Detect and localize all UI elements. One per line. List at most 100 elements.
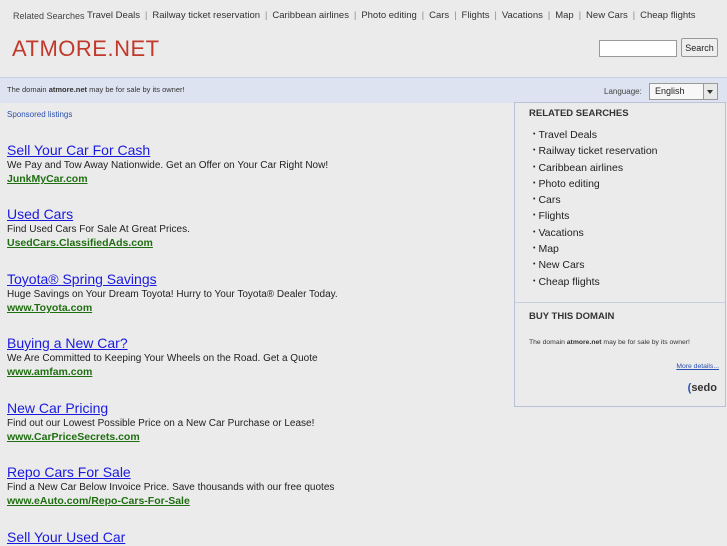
top-link-flights[interactable]: Flights — [462, 10, 490, 21]
top-link-railway-ticket-reservation[interactable]: Railway ticket reservation — [152, 10, 260, 21]
top-link-new-cars[interactable]: New Cars — [586, 10, 628, 21]
ad-description: Find out our Lowest Possible Price on a … — [7, 418, 315, 429]
related-searches-label: Related Searches — [13, 11, 85, 21]
related-link-cheap-flights[interactable]: Cheap flights — [538, 276, 599, 288]
related-link-new-cars[interactable]: New Cars — [538, 259, 584, 271]
top-link-cars[interactable]: Cars — [429, 10, 449, 21]
list-item: • Caribbean airlines — [533, 160, 658, 176]
bullet-icon: • — [533, 163, 536, 171]
ad-listing: Used Cars Find Used Cars For Sale At Gre… — [7, 206, 507, 250]
sedo-logo-text: sedo — [691, 382, 717, 394]
language-value: English — [655, 86, 685, 96]
more-details-link[interactable]: More details... — [676, 363, 719, 370]
ad-title[interactable]: Buying a New Car? — [7, 335, 507, 352]
ad-listing: Sell Your Used Car — [7, 529, 507, 546]
ad-description: We Are Committed to Keeping Your Wheels … — [7, 353, 318, 364]
domain-msg-suffix: may be for sale by its owner! — [87, 85, 185, 94]
search-input[interactable] — [599, 40, 677, 57]
ad-url[interactable]: www.eAuto.com/Repo-Cars-For-Sale — [7, 494, 507, 508]
list-item: • Map — [533, 241, 658, 257]
domain-msg-prefix: The domain — [7, 85, 49, 94]
ad-title[interactable]: Used Cars — [7, 206, 507, 223]
list-item: • Travel Deals — [533, 127, 658, 143]
bullet-icon: • — [533, 212, 536, 220]
ad-listing: Sell Your Car For Cash We Pay and Tow Aw… — [7, 142, 507, 186]
list-item: • Railway ticket reservation — [533, 143, 658, 159]
ad-title[interactable]: New Car Pricing — [7, 400, 507, 417]
ad-title[interactable]: Toyota® Spring Savings — [7, 271, 507, 288]
separator: | — [578, 10, 582, 20]
bullet-icon: • — [533, 179, 536, 187]
domain-name: atmore.net — [48, 85, 88, 94]
domain-sale-bar: The domain atmore.net may be for sale by… — [0, 77, 727, 103]
list-item: • Vacations — [533, 225, 658, 241]
ad-description: Huge Savings on Your Dream Toyota! Hurry… — [7, 289, 338, 300]
related-link-flights[interactable]: Flights — [538, 210, 569, 222]
top-link-caribbean-airlines[interactable]: Caribbean airlines — [272, 10, 349, 21]
related-link-caribbean-airlines[interactable]: Caribbean airlines — [538, 162, 623, 174]
bullet-icon: • — [533, 196, 536, 204]
separator: | — [632, 10, 636, 20]
chevron-down-icon[interactable] — [703, 84, 717, 99]
ad-listing: New Car Pricing Find out our Lowest Poss… — [7, 400, 507, 444]
list-item: • New Cars — [533, 257, 658, 273]
buy-domain-heading: BUY THIS DOMAIN — [529, 311, 615, 322]
separator: | — [265, 10, 268, 20]
related-link-photo-editing[interactable]: Photo editing — [538, 178, 599, 190]
separator: | — [421, 10, 425, 20]
separator: | — [547, 10, 551, 20]
ad-listing: Repo Cars For Sale Find a New Car Below … — [7, 464, 507, 508]
ad-description: Find a New Car Below Invoice Price. Save… — [7, 482, 335, 493]
ad-url[interactable]: UsedCars.ClassifiedAds.com — [7, 236, 507, 250]
language-select[interactable]: English — [649, 83, 718, 100]
top-link-map[interactable]: Map — [555, 10, 573, 21]
bullet-icon: • — [533, 261, 536, 269]
list-item: • Flights — [533, 208, 658, 224]
bullet-icon: • — [533, 131, 536, 138]
buy-domain-name: atmore.net — [566, 339, 602, 346]
language-label: Language: — [604, 87, 642, 96]
related-link-travel-deals[interactable]: Travel Deals — [538, 129, 597, 141]
bullet-icon: • — [533, 147, 536, 155]
bullet-icon: • — [533, 245, 536, 253]
related-searches-list: • Travel Deals • Railway ticket reservatio… — [533, 127, 658, 290]
site-logo[interactable]: ATMORE.NET — [12, 36, 160, 62]
related-searches-heading: RELATED SEARCHES — [529, 108, 629, 119]
sidebar-panel: RELATED SEARCHES • Travel Deals • Railway … — [514, 102, 726, 407]
ad-url[interactable]: www.Toyota.com — [7, 301, 507, 315]
search-button[interactable]: Search — [681, 38, 718, 57]
top-links: Travel Deals | Railway ticket reservation |… — [87, 10, 696, 21]
ad-description: Find Used Cars For Sale At Great Prices. — [7, 224, 190, 235]
list-item: • Cheap flights — [533, 274, 658, 290]
ad-listing: Toyota® Spring Savings Huge Savings on Y… — [7, 271, 507, 315]
separator: | — [144, 10, 148, 20]
ad-url[interactable]: www.CarPriceSecrets.com — [7, 430, 507, 444]
buy-msg-prefix: The domain — [529, 339, 567, 346]
ad-description: We Pay and Tow Away Nationwide. Get an O… — [7, 160, 329, 171]
separator: | — [494, 10, 497, 20]
list-item: • Cars — [533, 192, 658, 208]
separator: | — [353, 10, 357, 20]
buy-domain-message: The domain atmore.net may be for sale by… — [529, 339, 690, 346]
top-link-cheap-flights[interactable]: Cheap flights — [640, 10, 695, 21]
related-link-map[interactable]: Map — [538, 243, 558, 255]
top-link-travel-deals[interactable]: Travel Deals — [87, 10, 140, 21]
domain-sale-message: The domain atmore.net may be for sale by… — [7, 85, 185, 94]
ad-url[interactable]: JunkMyCar.com — [7, 172, 507, 186]
sedo-logo[interactable]: (sedo — [688, 382, 717, 394]
related-link-vacations[interactable]: Vacations — [538, 227, 583, 239]
separator: | — [454, 10, 457, 20]
ad-title[interactable]: Sell Your Used Car — [7, 529, 507, 546]
bullet-icon: • — [533, 277, 536, 285]
bullet-icon: • — [533, 228, 536, 236]
list-item: • Photo editing — [533, 176, 658, 192]
ad-title[interactable]: Sell Your Car For Cash — [7, 142, 507, 159]
ad-title[interactable]: Repo Cars For Sale — [7, 464, 507, 481]
ad-url[interactable]: www.amfam.com — [7, 365, 507, 379]
related-link-railway-ticket-reservation[interactable]: Railway ticket reservation — [538, 145, 657, 157]
top-link-vacations[interactable]: Vacations — [502, 10, 543, 21]
sponsored-listings-label: Sponsored listings — [7, 110, 73, 119]
related-link-cars[interactable]: Cars — [538, 194, 560, 206]
top-link-photo-editing[interactable]: Photo editing — [361, 10, 416, 21]
ad-listing: Buying a New Car? We Are Committed to Ke… — [7, 335, 507, 379]
